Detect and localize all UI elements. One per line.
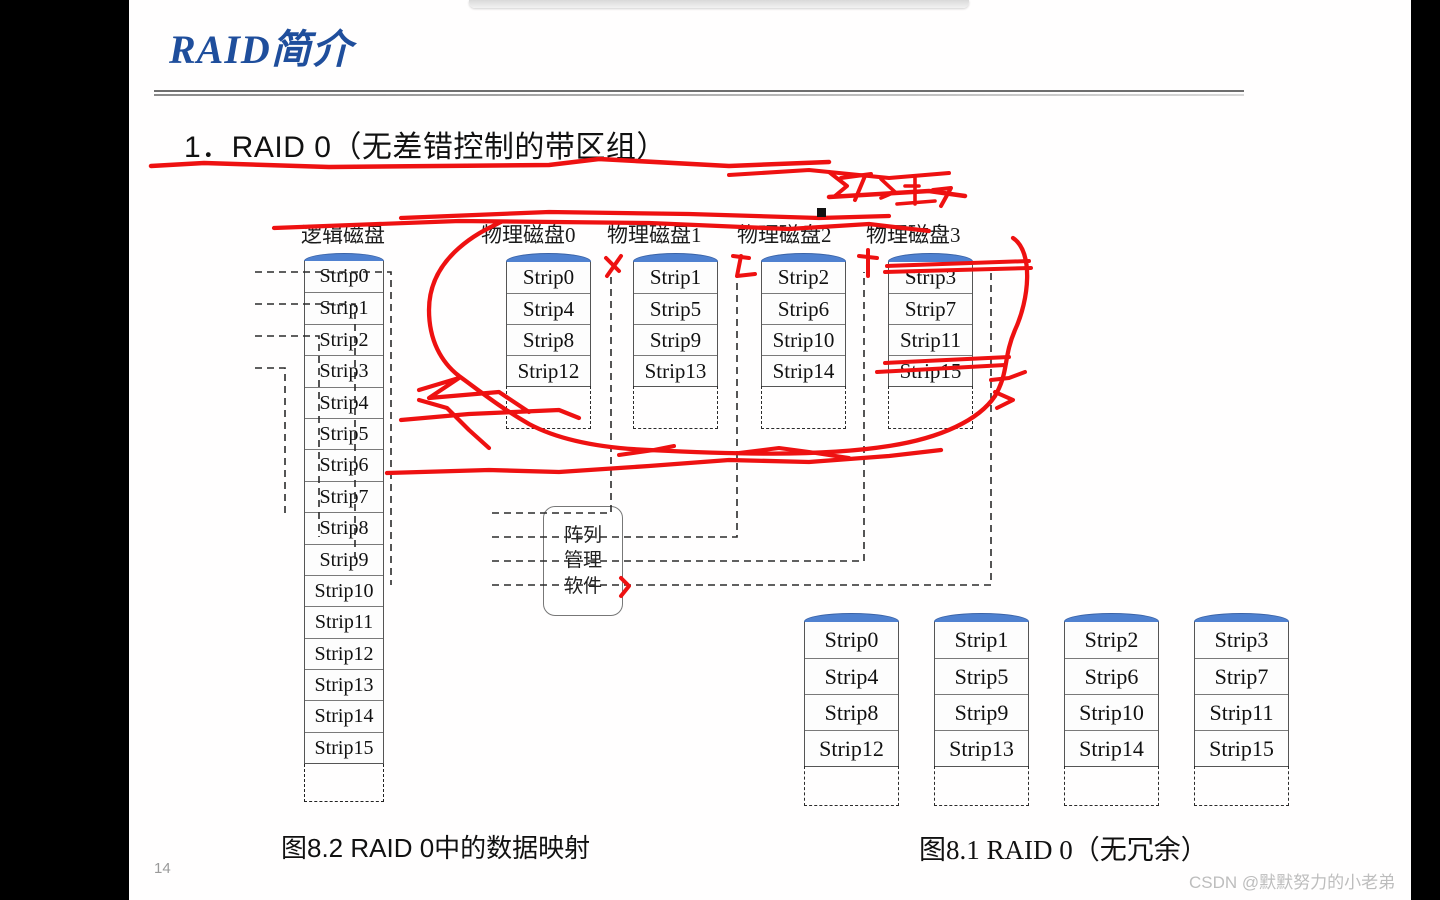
slide-stage: RAID简介 培 正 正 正 [0, 0, 1440, 900]
letterbox-left [0, 0, 129, 900]
disk-cells: Strip2 Strip6 Strip10 Strip14 [761, 262, 846, 387]
list-item: Strip0 [805, 622, 898, 658]
list-item: Strip3 [889, 262, 972, 293]
figure-8-2-caption: 图8.2 RAID 0中的数据映射 [281, 833, 591, 863]
disk-free-space [506, 386, 591, 429]
list-item: Strip9 [305, 543, 383, 575]
list-item: Strip15 [305, 731, 383, 764]
disk-free-space [761, 386, 846, 429]
disk-cells: Strip3 Strip7 Strip11 Strip15 [888, 262, 973, 387]
ams-line: 阵列 [563, 524, 602, 546]
list-item: Strip5 [634, 293, 717, 324]
physical-disk-3-label: 物理磁盘3 [866, 223, 961, 247]
disk-free-space [804, 766, 899, 806]
list-item: Strip2 [1065, 622, 1158, 658]
list-item: Strip0 [507, 262, 590, 293]
list-item: Strip14 [305, 700, 383, 732]
ams-line: 管理 [563, 550, 602, 572]
list-item: Strip5 [305, 417, 383, 450]
list-item: Strip13 [634, 355, 717, 386]
disk-cells: Strip1 Strip5 Strip9 Strip13 [934, 622, 1029, 767]
page-number: 14 [154, 860, 171, 877]
list-item: Strip6 [305, 449, 383, 481]
list-item: Strip12 [805, 730, 898, 766]
list-item: Strip9 [935, 694, 1028, 730]
list-item: Strip8 [507, 324, 590, 355]
list-item: Strip10 [762, 324, 845, 355]
list-item: Strip7 [305, 480, 383, 513]
list-item: Strip0 [305, 261, 383, 293]
slide-canvas: RAID简介 培 正 正 正 [129, 0, 1411, 900]
list-item: Strip9 [634, 324, 717, 355]
page-title: RAID简介 [169, 27, 353, 72]
list-item: Strip3 [305, 355, 383, 387]
disk-free-space [304, 764, 384, 802]
list-item: Strip13 [305, 669, 383, 701]
list-item: Strip7 [889, 293, 972, 324]
physical-disk-1-label: 物理磁盘1 [607, 223, 702, 247]
list-item: Strip8 [805, 694, 898, 730]
list-item: Strip3 [1195, 622, 1288, 658]
list-item: Strip15 [889, 355, 972, 386]
list-item: Strip12 [507, 355, 590, 386]
logical-disk-cells: Strip0 Strip1 Strip2 Strip3 Strip4 Strip… [304, 261, 384, 765]
disk-cells: Strip2 Strip6 Strip10 Strip14 [1064, 622, 1159, 767]
disk-free-space [888, 386, 973, 429]
title-divider [154, 90, 1244, 96]
list-item: Strip10 [1065, 694, 1158, 730]
disk-cells: Strip3 Strip7 Strip11 Strip15 [1194, 622, 1289, 767]
list-item: Strip12 [305, 637, 383, 670]
list-item: Strip2 [305, 323, 383, 356]
disk-free-space [633, 386, 718, 429]
logical-disk-label: 逻辑磁盘 [301, 223, 385, 247]
array-management-software: 阵列 管理 软件 [543, 506, 623, 616]
list-item: Strip11 [305, 606, 383, 638]
list-item: Strip15 [1195, 730, 1288, 766]
list-item: Strip11 [1195, 694, 1288, 730]
ams-line: 软件 [563, 575, 602, 597]
list-item: Strip1 [935, 622, 1028, 658]
list-item: Strip8 [305, 512, 383, 544]
disk-cells: Strip0 Strip4 Strip8 Strip12 [804, 622, 899, 767]
list-item: Strip4 [805, 658, 898, 694]
disk-free-space [1194, 766, 1289, 806]
disk-free-space [1064, 766, 1159, 806]
list-item: Strip10 [305, 574, 383, 607]
list-item: Strip6 [762, 293, 845, 324]
disk-free-space [934, 766, 1029, 806]
list-item: Strip2 [762, 262, 845, 293]
figure-8-1-caption: 图8.1 RAID 0（无冗余） [919, 835, 1208, 865]
physical-disk-2-label: 物理磁盘2 [737, 223, 832, 247]
list-item: Strip6 [1065, 658, 1158, 694]
list-item: Strip7 [1195, 658, 1288, 694]
csdn-watermark: CSDN @默默努力的小老弟 [1189, 873, 1396, 892]
list-item: Strip14 [762, 355, 845, 386]
list-item: Strip5 [935, 658, 1028, 694]
list-item: Strip1 [634, 262, 717, 293]
list-item: Strip4 [507, 293, 590, 324]
list-item: Strip1 [305, 292, 383, 324]
list-item: Strip13 [935, 730, 1028, 766]
video-player-bar[interactable] [469, 0, 969, 8]
section-heading: 1．RAID 0（无差错控制的带区组） [184, 131, 667, 164]
list-item: Strip14 [1065, 730, 1158, 766]
disk-cells: Strip1 Strip5 Strip9 Strip13 [633, 262, 718, 387]
list-item: Strip11 [889, 324, 972, 355]
disk-cells: Strip0 Strip4 Strip8 Strip12 [506, 262, 591, 387]
physical-disk-0-label: 物理磁盘0 [481, 223, 576, 247]
letterbox-right [1411, 0, 1440, 900]
list-item: Strip4 [305, 386, 383, 418]
